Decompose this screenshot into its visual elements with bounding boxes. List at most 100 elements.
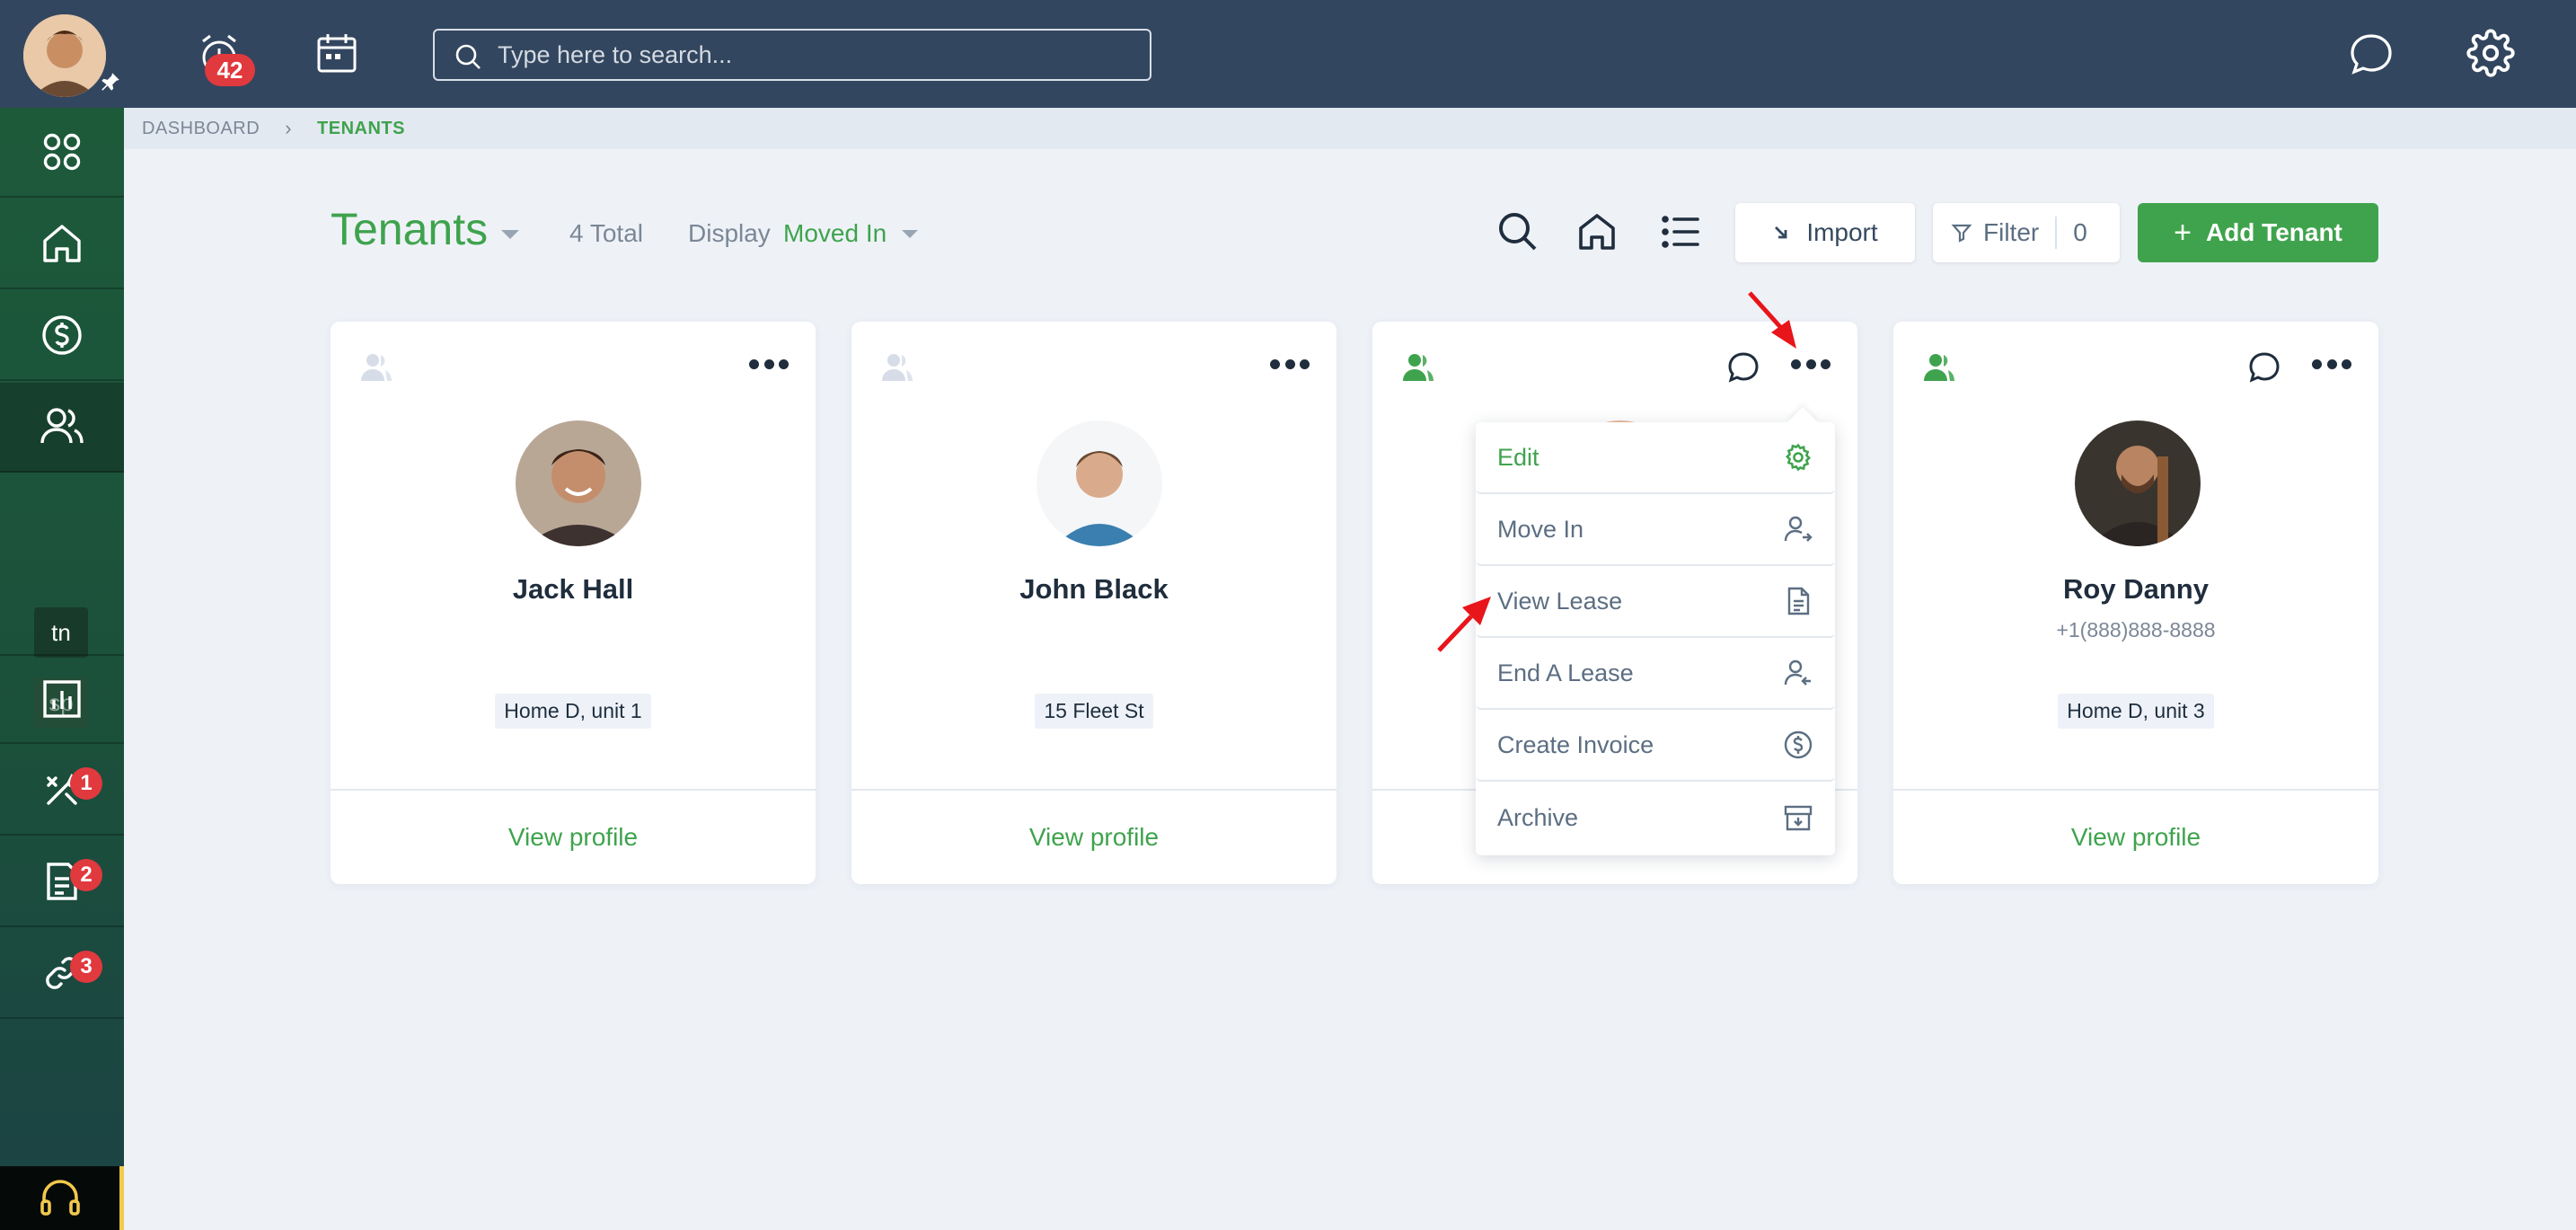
title-caret-icon[interactable] [501, 230, 519, 239]
menu-item-label: Move In [1497, 515, 1584, 543]
sidebar-item-reports[interactable] [0, 654, 124, 744]
sidebar: tn sp 1 2 3 [0, 108, 124, 1230]
tenant-actions-menu: Edit Move In View Lease End A Lease Crea… [1476, 422, 1835, 855]
plus-icon: + [2174, 216, 2192, 250]
chat-icon[interactable] [2348, 31, 2395, 77]
breadcrumb-separator: › [285, 117, 293, 139]
tasks-badge: 2 [70, 859, 102, 891]
home-icon [43, 225, 81, 262]
dollar-circle-icon [42, 315, 82, 355]
tenant-phone[interactable]: +1(888)888-8888 [1893, 618, 2378, 642]
tenant-unit[interactable]: Home D, unit 1 [495, 694, 651, 729]
support-button[interactable] [0, 1166, 124, 1230]
annotation-arrow-icon [1437, 597, 1491, 652]
user-avatar[interactable] [23, 14, 106, 97]
tenant-unit[interactable]: Home D, unit 3 [2058, 694, 2214, 729]
settings-gear-icon[interactable] [2466, 29, 2515, 77]
menu-item-label: View Lease [1497, 587, 1623, 615]
sidebar-item-dashboard[interactable] [0, 108, 124, 198]
display-label: Display [688, 219, 771, 247]
tenant-name[interactable]: Jack Hall [331, 573, 816, 606]
menu-item-archive[interactable]: Archive [1476, 782, 1835, 854]
card-divider [851, 789, 1337, 791]
filter-divider [2055, 217, 2058, 249]
more-options-icon[interactable] [2312, 359, 2351, 372]
calendar-icon[interactable] [314, 31, 359, 75]
search-box[interactable] [433, 29, 1151, 81]
filter-button[interactable]: Filter 0 [1933, 203, 2120, 262]
person-icon [880, 350, 914, 385]
filter-icon [1951, 224, 1972, 243]
menu-item-move-in[interactable]: Move In [1476, 494, 1835, 566]
view-profile-link[interactable]: View profile [1893, 823, 2378, 852]
menu-item-end-lease[interactable]: End A Lease [1476, 638, 1835, 710]
breadcrumb-tenants: TENANTS [317, 118, 405, 138]
more-options-icon[interactable] [1270, 359, 1310, 372]
person-icon [359, 350, 393, 385]
list-view-icon[interactable] [1660, 210, 1703, 253]
document-icon [1787, 587, 1810, 615]
view-profile-link[interactable]: View profile [331, 823, 816, 852]
person-icon [1922, 350, 1956, 385]
menu-item-edit[interactable]: Edit [1476, 422, 1835, 494]
sidebar-item-properties[interactable] [0, 199, 124, 289]
chat-icon[interactable] [2247, 350, 2281, 385]
search-icon [455, 44, 481, 69]
breadcrumb: DASHBOARD › TENANTS [124, 108, 2576, 149]
card-divider [1893, 789, 2378, 791]
tenant-photo[interactable] [2075, 420, 2201, 546]
tenant-photo[interactable] [516, 420, 641, 546]
maintenance-badge: 1 [70, 767, 102, 800]
tenant-name[interactable]: Roy Danny [1893, 573, 2378, 606]
tenant-unit[interactable]: 15 Fleet St [1035, 694, 1153, 729]
person-arrow-icon [1784, 516, 1813, 542]
more-options-icon[interactable] [749, 359, 789, 372]
bar-chart-icon [43, 680, 81, 718]
more-options-icon[interactable] [1791, 359, 1831, 372]
person-icon [1401, 350, 1435, 385]
archive-box-icon [1784, 805, 1813, 831]
gear-icon [1785, 443, 1812, 472]
menu-item-create-invoice[interactable]: Create Invoice [1476, 710, 1835, 782]
sidebar-item-maintenance[interactable]: 1 [0, 746, 124, 836]
card-divider [331, 789, 816, 791]
display-filter-select[interactable]: Moved In [783, 219, 887, 248]
tenant-name[interactable]: John Black [851, 573, 1337, 606]
import-arrow-icon [1775, 226, 1787, 239]
sidebar-item-accounting[interactable] [0, 291, 124, 381]
view-profile-link[interactable]: View profile [851, 823, 1337, 852]
home-view-icon[interactable] [1575, 210, 1619, 253]
top-bar: 42 [0, 0, 2576, 108]
chat-icon[interactable] [1726, 350, 1760, 385]
menu-item-label: End A Lease [1497, 659, 1634, 686]
menu-item-label: Edit [1497, 443, 1539, 471]
dollar-circle-icon [1784, 730, 1813, 759]
add-tenant-label: Add Tenant [2205, 218, 2342, 246]
person-minus-icon [1784, 659, 1811, 686]
search-icon[interactable] [1496, 210, 1539, 253]
links-badge: 3 [70, 951, 102, 983]
pin-icon[interactable] [99, 70, 122, 93]
sidebar-item-tasks[interactable]: 2 [0, 837, 124, 927]
filter-label: Filter [1983, 218, 2040, 246]
menu-item-label: Archive [1497, 803, 1579, 831]
headset-icon [40, 1179, 80, 1216]
import-label: Import [1806, 218, 1878, 246]
tenant-card: John Black 15 Fleet St View profile [851, 322, 1337, 884]
display-caret-icon[interactable] [902, 230, 918, 238]
tenant-photo[interactable] [1037, 420, 1162, 546]
add-tenant-button[interactable]: + Add Tenant [2138, 203, 2378, 262]
sidebar-item-links[interactable]: 3 [0, 929, 124, 1019]
breadcrumb-dashboard[interactable]: DASHBOARD [142, 119, 260, 139]
search-input[interactable] [498, 40, 1126, 69]
filter-count: 0 [2073, 218, 2087, 246]
tenant-card: Jack Hall Home D, unit 1 View profile [331, 322, 816, 884]
tenant-total: 4 Total [569, 219, 643, 247]
page-title[interactable]: Tenants [331, 203, 488, 255]
sidebar-item-tenants[interactable] [0, 383, 124, 473]
grid-icon [43, 133, 81, 171]
sidebar-tag-tn[interactable]: tn [34, 607, 88, 658]
import-button[interactable]: Import [1735, 203, 1915, 262]
menu-item-view-lease[interactable]: View Lease [1476, 566, 1835, 638]
users-icon [40, 408, 84, 444]
